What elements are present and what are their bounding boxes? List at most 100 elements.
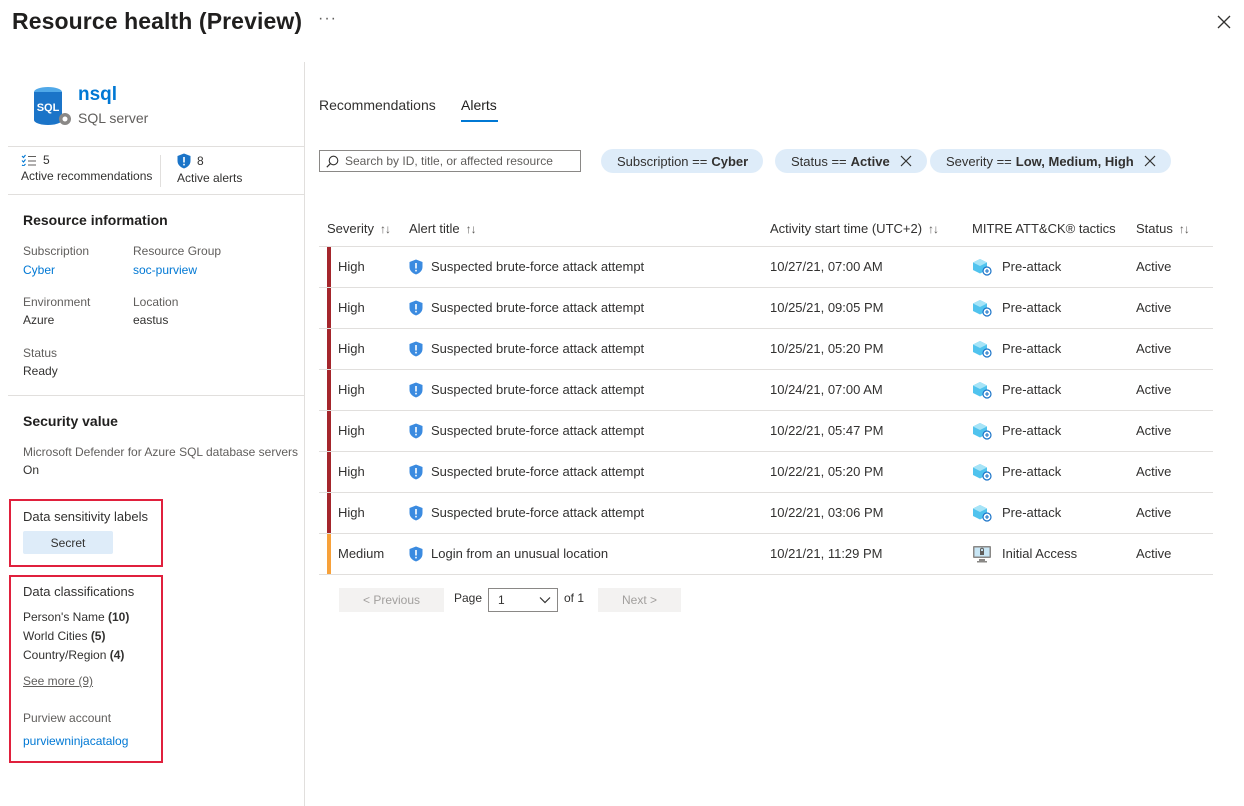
table-row[interactable]: HighSuspected brute-force attack attempt… <box>319 246 1213 287</box>
alert-title-text: Suspected brute-force attack attempt <box>431 505 644 520</box>
chevron-down-icon <box>539 596 551 604</box>
sensitivity-label-badge[interactable]: Secret <box>23 531 113 554</box>
initial-access-icon <box>972 545 992 563</box>
table-row[interactable]: High Suspected brute-force attack attempt… <box>319 287 1213 328</box>
activity-time-cell: 10/22/21, 05:20 PM <box>770 451 972 492</box>
defender-label: Microsoft Defender for Azure SQL databas… <box>23 445 298 459</box>
table-row[interactable]: Medium Login from an unusual location10/2… <box>319 533 1213 574</box>
alert-title-text: Suspected brute-force attack attempt <box>431 382 644 397</box>
column-header-severity[interactable]: Severity↑↓ <box>319 212 409 246</box>
tactic-text: Pre-attack <box>1002 423 1061 438</box>
status-cell: Active <box>1136 492 1213 533</box>
alert-title-cell[interactable]: Suspected brute-force attack attempt <box>409 451 770 492</box>
tactic-text: Pre-attack <box>1002 505 1061 520</box>
table-row[interactable]: HighSuspected brute-force attack attempt… <box>319 410 1213 451</box>
table-row[interactable]: High Suspected brute-force attack attempt… <box>319 369 1213 410</box>
filter-pill-subscription[interactable]: Subscription ==Cyber <box>601 149 763 173</box>
pre-attack-icon <box>972 340 992 358</box>
search-icon <box>326 155 339 168</box>
table-row[interactable]: High Suspected brute-force attack attempt… <box>319 328 1213 369</box>
alert-title-cell[interactable]: Suspected brute-force attack attempt <box>409 287 770 328</box>
alert-title-cell[interactable]: Login from an unusual location <box>409 533 770 574</box>
pre-attack-icon <box>972 504 992 522</box>
alert-title-cell[interactable]: Suspected brute-force attack attempt <box>409 328 770 369</box>
checklist-icon <box>21 154 37 166</box>
severity-cell: High <box>319 451 409 492</box>
severity-text: Medium <box>338 546 384 561</box>
activity-time-cell: 10/21/21, 11:29 PM <box>770 533 972 574</box>
sort-icon[interactable]: ↑↓ <box>380 222 390 236</box>
alert-title-cell[interactable]: Suspected brute-force attack attempt <box>409 492 770 533</box>
resource-type: SQL server <box>78 110 148 126</box>
alert-shield-icon <box>409 259 423 275</box>
alert-shield-icon <box>409 546 423 562</box>
active-tab-indicator <box>461 120 498 122</box>
tab-recommendations[interactable]: Recommendations <box>319 97 436 113</box>
previous-page-button[interactable]: < Previous <box>339 588 444 612</box>
recommendations-label: Active recommendations <box>21 169 152 183</box>
status-label: Status <box>23 346 57 360</box>
status-cell: Active <box>1136 451 1213 492</box>
next-page-button[interactable]: Next > <box>598 588 681 612</box>
alerts-count: 8 <box>197 154 204 168</box>
search-input[interactable] <box>345 154 575 168</box>
severity-indicator <box>327 534 331 574</box>
remove-filter-icon[interactable] <box>900 155 912 167</box>
column-header-activity-time[interactable]: Activity start time (UTC+2)↑↓ <box>770 212 972 246</box>
remove-filter-icon[interactable] <box>1144 155 1156 167</box>
active-alerts-stat[interactable]: 8 Active alerts <box>177 153 242 185</box>
resource-group-label: Resource Group <box>133 244 221 258</box>
location-value: eastus <box>133 313 168 327</box>
sort-icon[interactable]: ↑↓ <box>1179 222 1189 236</box>
alert-shield-icon <box>409 505 423 521</box>
sort-icon[interactable]: ↑↓ <box>466 222 476 236</box>
alert-title-cell[interactable]: Suspected brute-force attack attempt <box>409 246 770 287</box>
tactics-cell: Initial Access <box>972 533 1136 574</box>
pre-attack-icon <box>972 258 992 276</box>
purview-account-link[interactable]: purviewninjacatalog <box>23 734 128 748</box>
filter-pill-status[interactable]: Status ==Active <box>775 149 927 173</box>
security-value-title: Security value <box>23 413 118 429</box>
alert-title-cell[interactable]: Suspected brute-force attack attempt <box>409 410 770 451</box>
column-header-alert-title[interactable]: Alert title↑↓ <box>409 212 770 246</box>
sort-icon[interactable]: ↑↓ <box>928 222 938 236</box>
alert-title-cell[interactable]: Suspected brute-force attack attempt <box>409 369 770 410</box>
severity-text: High <box>338 341 365 356</box>
filter-pill-severity[interactable]: Severity ==Low, Medium, High <box>930 149 1171 173</box>
location-label: Location <box>133 295 178 309</box>
see-more-link[interactable]: See more (9) <box>23 674 93 688</box>
tactic-text: Pre-attack <box>1002 464 1061 479</box>
pre-attack-icon <box>972 381 992 399</box>
activity-time-cell: 10/25/21, 05:20 PM <box>770 328 972 369</box>
table-row[interactable]: HighSuspected brute-force attack attempt… <box>319 451 1213 492</box>
close-icon[interactable] <box>1214 12 1234 32</box>
alert-shield-icon <box>409 341 423 357</box>
classification-item: Country/Region (4) <box>23 648 124 662</box>
more-actions-button[interactable]: ··· <box>318 10 337 28</box>
severity-text: High <box>338 382 365 397</box>
alert-title-text: Suspected brute-force attack attempt <box>431 259 644 274</box>
severity-indicator <box>327 411 331 451</box>
table-row[interactable]: HighSuspected brute-force attack attempt… <box>319 492 1213 533</box>
subscription-link[interactable]: Cyber <box>23 263 55 277</box>
defender-value: On <box>23 463 39 477</box>
activity-time-cell: 10/24/21, 07:00 AM <box>770 369 972 410</box>
severity-indicator <box>327 247 331 287</box>
resource-group-link[interactable]: soc-purview <box>133 263 197 277</box>
column-header-status[interactable]: Status↑↓ <box>1136 212 1213 246</box>
tab-alerts[interactable]: Alerts <box>461 97 497 113</box>
pre-attack-icon <box>972 299 992 317</box>
page-select[interactable]: 1 <box>488 588 558 612</box>
severity-text: High <box>338 300 365 315</box>
tactics-cell: Pre-attack <box>972 410 1136 451</box>
alert-shield-icon <box>409 464 423 480</box>
active-recommendations-stat[interactable]: 5 Active recommendations <box>21 153 152 183</box>
environment-value: Azure <box>23 313 54 327</box>
status-cell: Active <box>1136 246 1213 287</box>
sensitivity-labels-title: Data sensitivity labels <box>23 509 148 524</box>
alert-shield-icon <box>409 423 423 439</box>
search-box[interactable] <box>319 150 581 172</box>
alert-title-text: Suspected brute-force attack attempt <box>431 423 644 438</box>
severity-cell: High <box>319 369 409 410</box>
status-cell: Active <box>1136 533 1213 574</box>
